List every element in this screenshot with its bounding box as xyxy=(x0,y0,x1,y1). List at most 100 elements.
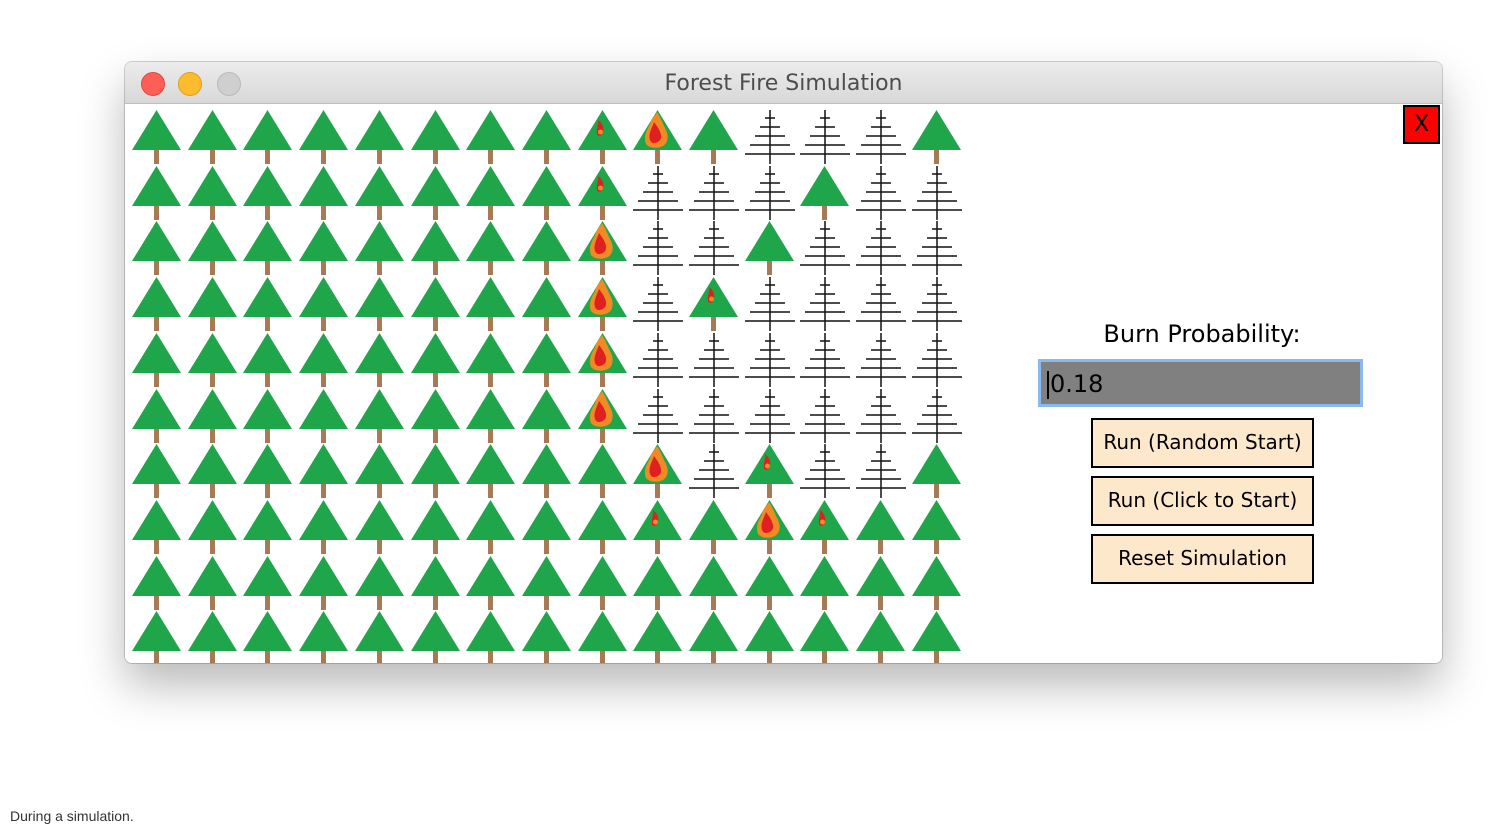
tree-cell[interactable] xyxy=(630,554,686,610)
burnt-tree-cell[interactable] xyxy=(686,442,742,499)
tree-cell[interactable] xyxy=(296,219,352,276)
burnt-tree-cell[interactable] xyxy=(797,331,853,387)
tree-cell[interactable] xyxy=(129,387,185,443)
tree-cell[interactable] xyxy=(463,331,519,387)
burnt-tree-cell[interactable] xyxy=(797,275,853,332)
tree-cell[interactable] xyxy=(408,275,464,332)
burnt-tree-cell[interactable] xyxy=(742,108,798,164)
tree-cell[interactable] xyxy=(240,554,296,610)
burnt-tree-cell[interactable] xyxy=(853,108,909,164)
burnt-tree-cell[interactable] xyxy=(686,164,742,220)
tree-cell[interactable] xyxy=(463,609,519,663)
burnt-tree-cell[interactable] xyxy=(909,331,965,387)
burnt-tree-cell[interactable] xyxy=(853,164,909,220)
tree-cell[interactable] xyxy=(519,498,575,554)
tree-small-fire-cell[interactable] xyxy=(575,108,631,164)
run-random-start-button[interactable]: Run (Random Start) xyxy=(1091,418,1314,468)
tree-cell[interactable] xyxy=(129,498,185,554)
tree-cell[interactable] xyxy=(463,442,519,499)
tree-cell[interactable] xyxy=(686,609,742,663)
tree-cell[interactable] xyxy=(296,331,352,387)
tree-cell[interactable] xyxy=(240,331,296,387)
tree-cell[interactable] xyxy=(240,108,296,164)
tree-cell[interactable] xyxy=(408,442,464,499)
tree-cell[interactable] xyxy=(519,554,575,610)
burnt-tree-cell[interactable] xyxy=(797,442,853,499)
tree-small-fire-cell[interactable] xyxy=(686,275,742,332)
burnt-tree-cell[interactable] xyxy=(630,164,686,220)
tree-cell[interactable] xyxy=(519,609,575,663)
tree-cell[interactable] xyxy=(296,442,352,499)
burn-probability-input[interactable]: 0.18 xyxy=(1038,359,1363,407)
tree-cell[interactable] xyxy=(853,554,909,610)
tree-cell[interactable] xyxy=(296,387,352,443)
tree-large-fire-cell[interactable] xyxy=(742,498,798,554)
tree-cell[interactable] xyxy=(909,498,965,554)
burnt-tree-cell[interactable] xyxy=(909,219,965,276)
tree-cell[interactable] xyxy=(463,498,519,554)
tree-large-fire-cell[interactable] xyxy=(575,275,631,332)
tree-cell[interactable] xyxy=(519,387,575,443)
tree-cell[interactable] xyxy=(352,609,408,663)
tree-cell[interactable] xyxy=(575,554,631,610)
tree-large-fire-cell[interactable] xyxy=(630,442,686,499)
tree-cell[interactable] xyxy=(853,498,909,554)
tree-cell[interactable] xyxy=(296,498,352,554)
burnt-tree-cell[interactable] xyxy=(630,387,686,443)
tree-cell[interactable] xyxy=(296,108,352,164)
tree-cell[interactable] xyxy=(575,609,631,663)
tree-cell[interactable] xyxy=(686,554,742,610)
tree-cell[interactable] xyxy=(408,164,464,220)
burnt-tree-cell[interactable] xyxy=(853,387,909,443)
tree-cell[interactable] xyxy=(463,275,519,332)
tree-cell[interactable] xyxy=(909,609,965,663)
burnt-tree-cell[interactable] xyxy=(909,387,965,443)
tree-large-fire-cell[interactable] xyxy=(575,219,631,276)
tree-cell[interactable] xyxy=(519,331,575,387)
tree-cell[interactable] xyxy=(129,275,185,332)
burnt-tree-cell[interactable] xyxy=(686,331,742,387)
tree-cell[interactable] xyxy=(129,442,185,499)
tree-cell[interactable] xyxy=(909,108,965,164)
tree-cell[interactable] xyxy=(240,498,296,554)
tree-cell[interactable] xyxy=(463,554,519,610)
tree-cell[interactable] xyxy=(630,609,686,663)
burnt-tree-cell[interactable] xyxy=(742,275,798,332)
burnt-tree-cell[interactable] xyxy=(853,275,909,332)
tree-small-fire-cell[interactable] xyxy=(742,442,798,499)
tree-small-fire-cell[interactable] xyxy=(575,164,631,220)
burnt-tree-cell[interactable] xyxy=(686,219,742,276)
tree-cell[interactable] xyxy=(185,442,241,499)
burnt-tree-cell[interactable] xyxy=(742,331,798,387)
tree-cell[interactable] xyxy=(742,554,798,610)
tree-cell[interactable] xyxy=(240,442,296,499)
tree-cell[interactable] xyxy=(240,164,296,220)
tree-cell[interactable] xyxy=(853,609,909,663)
tree-large-fire-cell[interactable] xyxy=(575,331,631,387)
tree-cell[interactable] xyxy=(352,108,408,164)
tree-cell[interactable] xyxy=(240,387,296,443)
tree-cell[interactable] xyxy=(352,442,408,499)
tree-small-fire-cell[interactable] xyxy=(630,498,686,554)
tree-cell[interactable] xyxy=(185,275,241,332)
tree-cell[interactable] xyxy=(296,164,352,220)
burnt-tree-cell[interactable] xyxy=(630,219,686,276)
reset-simulation-button[interactable]: Reset Simulation xyxy=(1091,534,1314,584)
tree-cell[interactable] xyxy=(519,442,575,499)
tree-cell[interactable] xyxy=(296,609,352,663)
tree-cell[interactable] xyxy=(463,164,519,220)
tree-cell[interactable] xyxy=(742,609,798,663)
close-button[interactable]: X xyxy=(1403,105,1440,144)
tree-cell[interactable] xyxy=(185,331,241,387)
tree-cell[interactable] xyxy=(185,554,241,610)
tree-cell[interactable] xyxy=(408,387,464,443)
tree-cell[interactable] xyxy=(797,164,853,220)
tree-cell[interactable] xyxy=(129,554,185,610)
tree-cell[interactable] xyxy=(408,609,464,663)
tree-cell[interactable] xyxy=(129,108,185,164)
tree-cell[interactable] xyxy=(463,387,519,443)
tree-cell[interactable] xyxy=(909,442,965,499)
tree-cell[interactable] xyxy=(797,554,853,610)
tree-cell[interactable] xyxy=(129,164,185,220)
tree-large-fire-cell[interactable] xyxy=(575,387,631,443)
